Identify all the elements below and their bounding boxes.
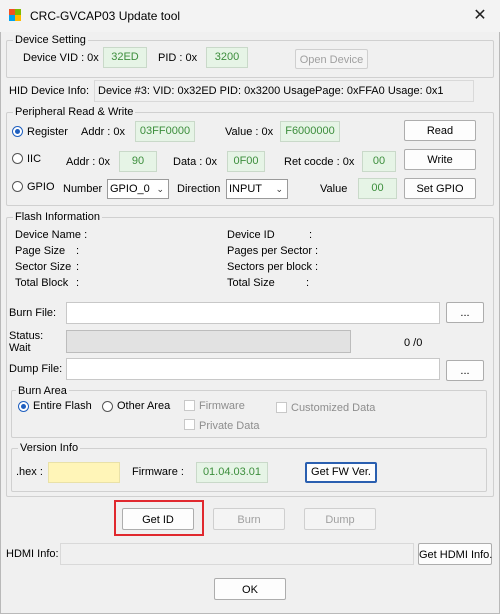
- entire-flash-radio[interactable]: [18, 401, 29, 412]
- total-block-colon: :: [76, 277, 80, 289]
- register-addr-label: Addr : 0x: [81, 126, 126, 138]
- version-info-legend: Version Info: [18, 442, 81, 454]
- ok-button[interactable]: OK: [214, 578, 286, 600]
- customized-data-checkbox[interactable]: [276, 402, 287, 413]
- burn-progress-bar: [66, 330, 351, 353]
- hid-info-field[interactable]: Device #3: VID: 0x32ED PID: 0x3200 Usage…: [94, 80, 474, 102]
- flash-info-legend: Flash Information: [13, 211, 102, 223]
- burn-file-label: Burn File:: [9, 307, 57, 319]
- vid-field[interactable]: 32ED: [103, 47, 147, 68]
- iic-addr-label: Addr : 0x: [66, 156, 111, 168]
- private-data-checkbox[interactable]: [184, 419, 195, 430]
- firmware-version-label: Firmware :: [132, 466, 184, 478]
- iic-radio[interactable]: [12, 153, 23, 164]
- gpio-direction-label: Direction: [177, 183, 221, 195]
- iic-addr-field[interactable]: 90: [119, 151, 157, 172]
- other-area-label: Other Area: [117, 400, 171, 412]
- private-data-label: Private Data: [199, 420, 260, 432]
- set-gpio-button[interactable]: Set GPIO: [404, 178, 476, 199]
- read-button[interactable]: Read: [404, 120, 476, 141]
- dump-button[interactable]: Dump: [304, 508, 376, 530]
- sectors-per-block-label: Sectors per block :: [227, 261, 319, 273]
- gpio-value-field[interactable]: 00: [358, 178, 397, 199]
- pages-per-sector-label: Pages per Sector :: [227, 245, 319, 257]
- hex-field[interactable]: [48, 462, 120, 483]
- get-id-button[interactable]: Get ID: [122, 508, 194, 530]
- sector-size-colon: :: [76, 261, 80, 273]
- hdmi-info-field[interactable]: [60, 543, 414, 565]
- hex-label: .hex :: [16, 466, 43, 478]
- total-size-label: Total Size: [227, 277, 275, 289]
- hid-info-label: HID Device Info:: [9, 85, 90, 97]
- vid-label: Device VID : 0x: [23, 52, 99, 64]
- firmware-checkbox-label: Firmware: [199, 400, 245, 412]
- register-radio[interactable]: [12, 126, 23, 137]
- register-label: Register: [27, 126, 68, 138]
- iic-data-field[interactable]: 0F00: [227, 151, 265, 172]
- status-value: Wait: [9, 342, 31, 354]
- write-button[interactable]: Write: [404, 149, 476, 170]
- iic-label: IIC: [27, 153, 42, 165]
- device-id-label: Device ID: [227, 229, 275, 241]
- dump-file-browse-button[interactable]: ...: [446, 360, 484, 381]
- close-icon[interactable]: ✕: [470, 6, 490, 26]
- pid-label: PID : 0x: [158, 52, 198, 64]
- gpio-number-value: GPIO_0: [110, 183, 150, 195]
- gpio-direction-select[interactable]: INPUT ⌄: [226, 179, 288, 199]
- open-device-button[interactable]: Open Device: [295, 49, 368, 69]
- iic-ret-field[interactable]: 00: [362, 151, 396, 172]
- gpio-number-label: Number: [63, 183, 103, 195]
- dump-file-input[interactable]: [66, 358, 440, 380]
- burn-area-legend: Burn Area: [16, 385, 69, 397]
- gpio-value-label: Value: [320, 183, 348, 195]
- gpio-direction-value: INPUT: [229, 183, 262, 195]
- get-hdmi-info-button[interactable]: Get HDMI Info.: [418, 543, 492, 565]
- total-size-colon: :: [306, 277, 310, 289]
- page-size-label: Page Size: [15, 245, 66, 257]
- device-id-colon: :: [309, 229, 313, 241]
- page-size-colon: :: [76, 245, 80, 257]
- firmware-version-field[interactable]: 01.04.03.01: [196, 462, 268, 483]
- total-block-label: Total Block: [15, 277, 69, 289]
- progress-count: 0 /0: [404, 337, 423, 349]
- dump-file-label: Dump File:: [9, 363, 63, 375]
- peripheral-legend: Peripheral Read & Write: [13, 106, 136, 118]
- pid-field[interactable]: 3200: [206, 47, 248, 68]
- register-value-field[interactable]: F6000000: [280, 121, 340, 142]
- window-title: CRC-GVCAP03 Update tool: [30, 9, 181, 23]
- other-area-radio[interactable]: [102, 401, 113, 412]
- device-setting-legend: Device Setting: [13, 34, 88, 46]
- device-name-label: Device Name :: [15, 229, 88, 241]
- burn-file-browse-button[interactable]: ...: [446, 302, 484, 323]
- burn-file-input[interactable]: [66, 302, 440, 324]
- entire-flash-label: Entire Flash: [33, 400, 92, 412]
- register-value-label: Value : 0x: [225, 126, 274, 138]
- hdmi-info-label: HDMI Info:: [6, 548, 59, 560]
- chevron-down-icon: ⌄: [275, 184, 283, 194]
- customized-data-label: Customized Data: [291, 402, 376, 414]
- firmware-checkbox[interactable]: [184, 400, 195, 411]
- status-label: Status:: [9, 330, 44, 342]
- sector-size-label: Sector Size: [15, 261, 72, 273]
- iic-data-label: Data : 0x: [173, 156, 218, 168]
- get-fw-ver-button[interactable]: Get FW Ver.: [305, 462, 377, 483]
- app-icon: [8, 8, 22, 22]
- gpio-number-select[interactable]: GPIO_0 ⌄: [107, 179, 169, 199]
- burn-button[interactable]: Burn: [213, 508, 285, 530]
- gpio-label: GPIO: [27, 181, 55, 193]
- chevron-down-icon: ⌄: [156, 184, 164, 194]
- register-addr-field[interactable]: 03FF0000: [135, 121, 195, 142]
- iic-ret-label: Ret cocde : 0x: [284, 156, 355, 168]
- gpio-radio[interactable]: [12, 181, 23, 192]
